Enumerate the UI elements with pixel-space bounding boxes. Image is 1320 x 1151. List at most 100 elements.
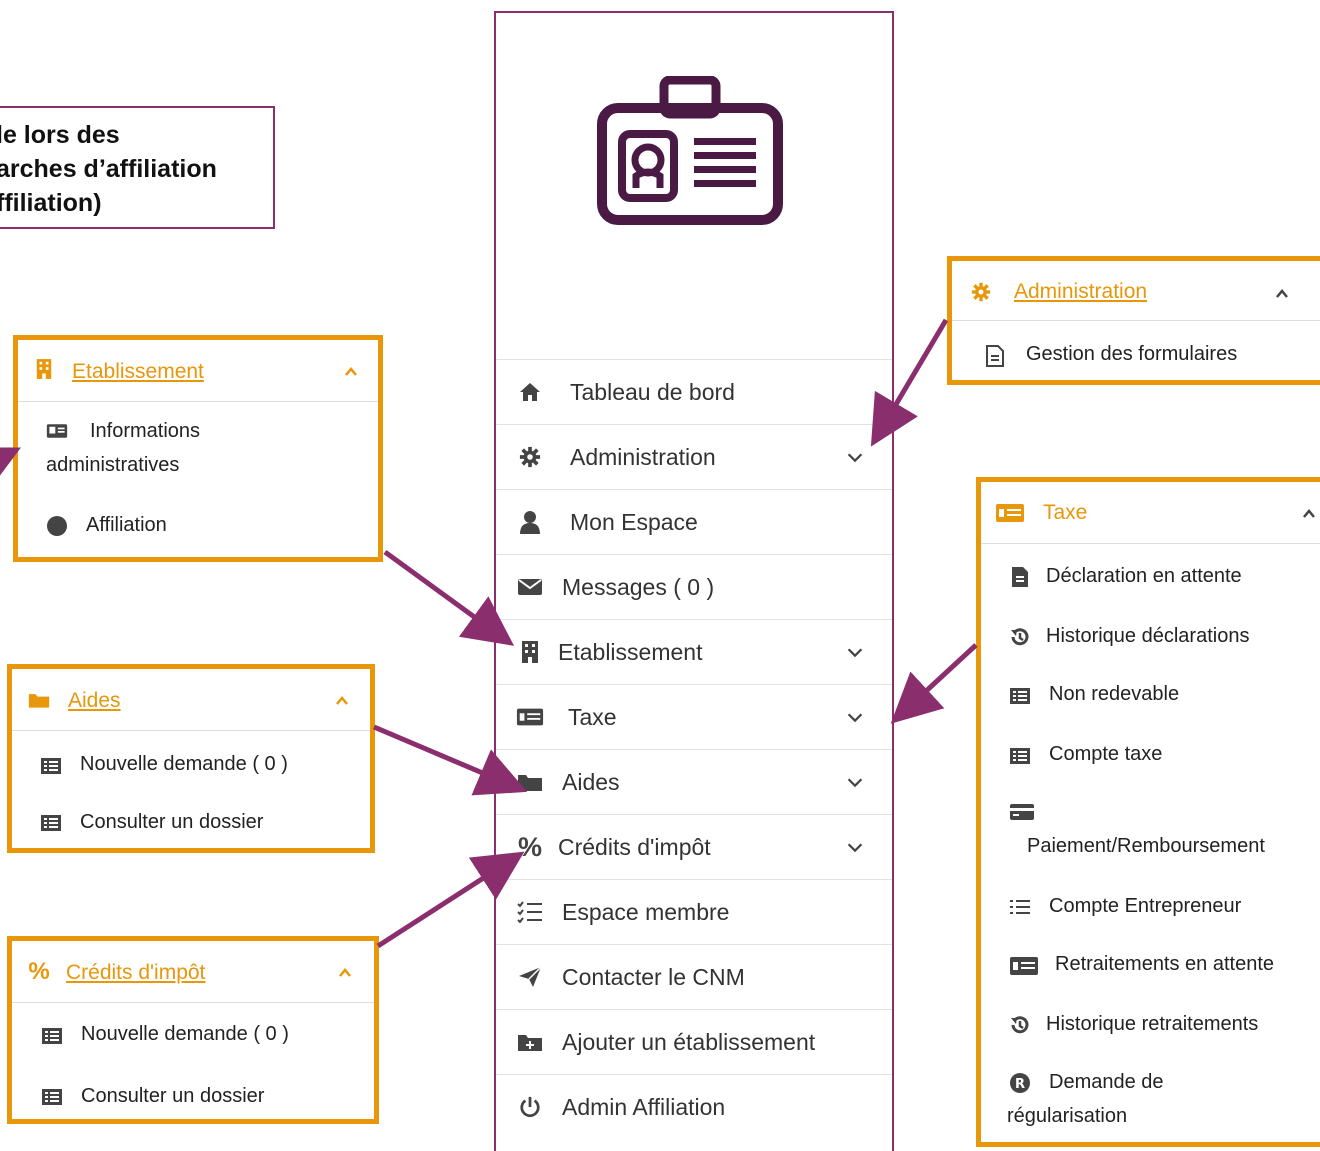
user-icon bbox=[516, 508, 544, 536]
money-bill-icon bbox=[1009, 955, 1039, 977]
chevron-down-icon[interactable] bbox=[844, 706, 866, 728]
menu-item-admin-affiliation[interactable]: Admin Affiliation bbox=[496, 1074, 892, 1139]
panel-credits-impot: % Crédits d'impôt Nouvelle demande ( 0 )… bbox=[7, 936, 379, 1124]
panel-item-compte-entrepreneur[interactable]: Compte Entrepreneur bbox=[1049, 895, 1241, 918]
menu-item-label: Messages ( 0 ) bbox=[562, 573, 715, 600]
menu-item-espace-membre[interactable]: Espace membre bbox=[496, 879, 892, 944]
panel-title[interactable]: Crédits d'impôt bbox=[66, 961, 205, 985]
menu-item-label: Crédits d'impôt bbox=[558, 833, 711, 860]
file-icon bbox=[1009, 566, 1031, 588]
id-card-small-icon bbox=[46, 420, 68, 442]
chevron-down-icon[interactable] bbox=[844, 771, 866, 793]
envelope-icon bbox=[516, 573, 544, 601]
chevron-up-icon[interactable] bbox=[1274, 286, 1290, 302]
menu-item-taxe[interactable]: Taxe bbox=[496, 684, 892, 749]
chevron-down-icon[interactable] bbox=[844, 641, 866, 663]
menu-item-label: Admin Affiliation bbox=[562, 1093, 726, 1120]
arrow-note bbox=[0, 447, 21, 493]
menu-item-etablissement[interactable]: Etablissement bbox=[496, 619, 892, 684]
menu-item-label: Aides bbox=[562, 768, 620, 795]
svg-text:R: R bbox=[1015, 1077, 1025, 1092]
id-card-icon bbox=[597, 76, 783, 225]
menu-item-label: Tableau de bord bbox=[570, 378, 735, 405]
menu-item-administration[interactable]: Administration bbox=[496, 424, 892, 489]
credit-card-icon bbox=[1009, 801, 1035, 823]
menu-item-label: Ajouter un établissement bbox=[562, 1028, 816, 1055]
chevron-up-icon[interactable] bbox=[334, 693, 350, 709]
arrow-taxe bbox=[890, 643, 978, 724]
panel-item-non-redevable[interactable]: Non redevable bbox=[1049, 683, 1179, 706]
menu-item-label: Contacter le CNM bbox=[562, 963, 745, 990]
panel-header[interactable]: % Crédits d'impôt bbox=[12, 941, 374, 1003]
panel-header[interactable]: Administration bbox=[952, 261, 1320, 321]
note-line-3: ffiliation) bbox=[0, 189, 102, 217]
panel-item-retraitements-attente[interactable]: Retraitements en attente bbox=[1055, 953, 1274, 976]
list-check-icon bbox=[516, 898, 544, 926]
chevron-up-icon[interactable] bbox=[343, 364, 359, 380]
panel-item-paiement-remboursement[interactable]: Paiement/Remboursement bbox=[1027, 835, 1265, 858]
folder-icon bbox=[516, 768, 544, 796]
building-icon bbox=[516, 638, 544, 666]
panel-header[interactable]: Aides bbox=[12, 669, 370, 731]
panel-item-nouvelle-demande[interactable]: Nouvelle demande ( 0 ) bbox=[81, 1023, 289, 1046]
building-icon bbox=[33, 358, 55, 380]
panel-title[interactable]: Taxe bbox=[1043, 501, 1087, 525]
panel-item-declaration-attente[interactable]: Déclaration en attente bbox=[1046, 565, 1242, 588]
note-callout: le lors des arches d’affiliation ffiliat… bbox=[0, 106, 275, 229]
menu-item-aides[interactable]: Aides bbox=[496, 749, 892, 814]
chevron-down-icon[interactable] bbox=[844, 446, 866, 468]
panel-taxe: Taxe Déclaration en attente Historique d… bbox=[976, 477, 1320, 1147]
table-list-icon bbox=[1009, 685, 1031, 707]
panel-item-gestion-formulaires[interactable]: Gestion des formulaires bbox=[1026, 343, 1237, 366]
arrow-etablissement bbox=[383, 549, 515, 646]
panel-item-historique-retraitements[interactable]: Historique retraitements bbox=[1046, 1013, 1258, 1036]
table-list-icon bbox=[1009, 745, 1031, 767]
folder-icon bbox=[28, 689, 50, 711]
percent-icon: % bbox=[517, 831, 542, 862]
panel-item-affiliation[interactable]: Affiliation bbox=[86, 514, 167, 537]
table-list-icon bbox=[41, 1086, 63, 1108]
panel-item-regularisation[interactable]: régularisation bbox=[1007, 1105, 1127, 1128]
chevron-down-icon[interactable] bbox=[844, 836, 866, 858]
gear-icon bbox=[516, 443, 544, 471]
file-icon bbox=[984, 345, 1006, 367]
panel-header[interactable]: Taxe bbox=[981, 482, 1320, 544]
table-list-icon bbox=[40, 812, 62, 834]
menu-item-tableau-de-bord[interactable]: Tableau de bord bbox=[496, 359, 892, 424]
menu-item-contacter-cnm[interactable]: Contacter le CNM bbox=[496, 944, 892, 1009]
panel-item-consulter-dossier[interactable]: Consulter un dossier bbox=[81, 1085, 264, 1108]
chevron-up-icon[interactable] bbox=[337, 965, 353, 981]
list-icon bbox=[1009, 896, 1031, 918]
menu-item-ajouter-etablissement[interactable]: Ajouter un établissement bbox=[496, 1009, 892, 1074]
history-icon bbox=[1009, 1014, 1031, 1036]
panel-item-compte-taxe[interactable]: Compte taxe bbox=[1049, 743, 1162, 766]
chevron-up-icon[interactable] bbox=[1301, 506, 1317, 522]
panel-title[interactable]: Etablissement bbox=[72, 360, 204, 384]
panel-item-historique-declarations[interactable]: Historique déclarations bbox=[1046, 625, 1249, 648]
panel-item-administratives[interactable]: administratives bbox=[46, 454, 179, 477]
menu-item-label: Espace membre bbox=[562, 898, 730, 925]
panel-title[interactable]: Aides bbox=[68, 689, 121, 713]
history-icon bbox=[1009, 626, 1031, 648]
panel-aides: Aides Nouvelle demande ( 0 ) Consulter u… bbox=[7, 664, 375, 853]
folder-plus-icon bbox=[516, 1028, 544, 1056]
note-line-1: le lors des bbox=[0, 121, 120, 149]
panel-administration: Administration Gestion des formulaires bbox=[947, 256, 1320, 385]
menu-item-label: Taxe bbox=[568, 703, 617, 730]
panel-etablissement: Etablissement Informations administrativ… bbox=[13, 335, 383, 562]
gear-icon bbox=[970, 281, 992, 303]
menu-item-credits-impot[interactable]: % Crédits d'impôt bbox=[496, 814, 892, 879]
note-line-2: arches d’affiliation bbox=[0, 155, 217, 183]
panel-item-nouvelle-demande[interactable]: Nouvelle demande ( 0 ) bbox=[80, 753, 288, 776]
table-list-icon bbox=[40, 755, 62, 777]
menu-item-messages[interactable]: Messages ( 0 ) bbox=[496, 554, 892, 619]
menu-item-label: Etablissement bbox=[558, 638, 703, 665]
panel-item-demande-de[interactable]: Demande de bbox=[1049, 1071, 1164, 1094]
panel-item-informations[interactable]: Informations bbox=[90, 420, 200, 443]
menu-item-mon-espace[interactable]: Mon Espace bbox=[496, 489, 892, 554]
panel-header[interactable]: Etablissement bbox=[18, 340, 378, 402]
panel-item-consulter-dossier[interactable]: Consulter un dossier bbox=[80, 811, 263, 834]
panel-title[interactable]: Administration bbox=[1014, 280, 1147, 304]
money-bill-icon bbox=[995, 502, 1025, 524]
power-icon bbox=[516, 1093, 544, 1121]
